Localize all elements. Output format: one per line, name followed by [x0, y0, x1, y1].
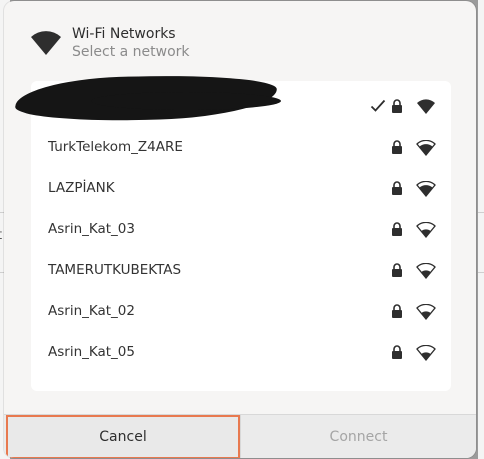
cancel-button[interactable]: Cancel — [6, 415, 240, 458]
network-name: TurkTelekom_Z4ARE — [48, 139, 183, 155]
checkmark-icon — [370, 99, 386, 112]
background-divider — [478, 212, 484, 213]
background-divider — [478, 272, 484, 273]
wifi-signal-ok-icon — [416, 345, 436, 361]
wifi-icon — [31, 31, 61, 55]
lock-icon — [392, 345, 402, 359]
network-name: Asrin_Kat_05 — [48, 344, 135, 360]
dialog-title: Wi-Fi Networks — [72, 26, 176, 42]
network-name: Asrin_Kat_02 — [48, 303, 135, 319]
network-list: TurkTelekom_Z4ARE LAZPİANK Asrin_Kat_03 … — [14, 71, 451, 391]
network-row[interactable]: TAMERUTKUBEKTAS — [31, 250, 451, 291]
wifi-signal-good-icon — [416, 140, 436, 156]
lock-icon — [392, 304, 402, 318]
dialog-footer: Cancel Connect — [4, 414, 476, 458]
network-row[interactable]: TurkTelekom_Z4ARE — [31, 127, 451, 168]
network-row[interactable]: Asrin_Kat_05 — [31, 332, 451, 373]
network-name: TAMERUTKUBEKTAS — [48, 262, 182, 278]
redacted-network-name — [91, 92, 281, 110]
wifi-signal-good-icon — [416, 181, 436, 197]
wifi-signal-excellent-icon — [417, 99, 435, 114]
wifi-signal-ok-icon — [416, 222, 436, 238]
network-row-connected[interactable] — [14, 71, 451, 127]
lock-icon — [392, 263, 402, 277]
network-name: LAZPİANK — [48, 180, 115, 196]
background-window-right — [478, 0, 484, 459]
background-text-fragment: t — [0, 228, 2, 243]
lock-icon — [392, 222, 402, 236]
dialog-header: Wi-Fi Networks Select a network — [4, 1, 476, 71]
lock-icon — [392, 99, 402, 113]
network-row[interactable]: Asrin_Kat_03 — [31, 209, 451, 250]
dialog-subtitle: Select a network — [72, 44, 190, 60]
network-row[interactable]: LAZPİANK — [31, 168, 451, 209]
connect-button[interactable]: Connect — [241, 415, 476, 458]
network-row[interactable]: Asrin_Kat_02 — [31, 291, 451, 332]
lock-icon — [392, 181, 402, 195]
lock-icon — [392, 140, 402, 154]
wifi-signal-ok-icon — [416, 263, 436, 279]
wifi-networks-dialog: Wi-Fi Networks Select a network TurkTele… — [4, 1, 476, 458]
network-name: Asrin_Kat_03 — [48, 221, 135, 237]
wifi-signal-ok-icon — [416, 304, 436, 320]
